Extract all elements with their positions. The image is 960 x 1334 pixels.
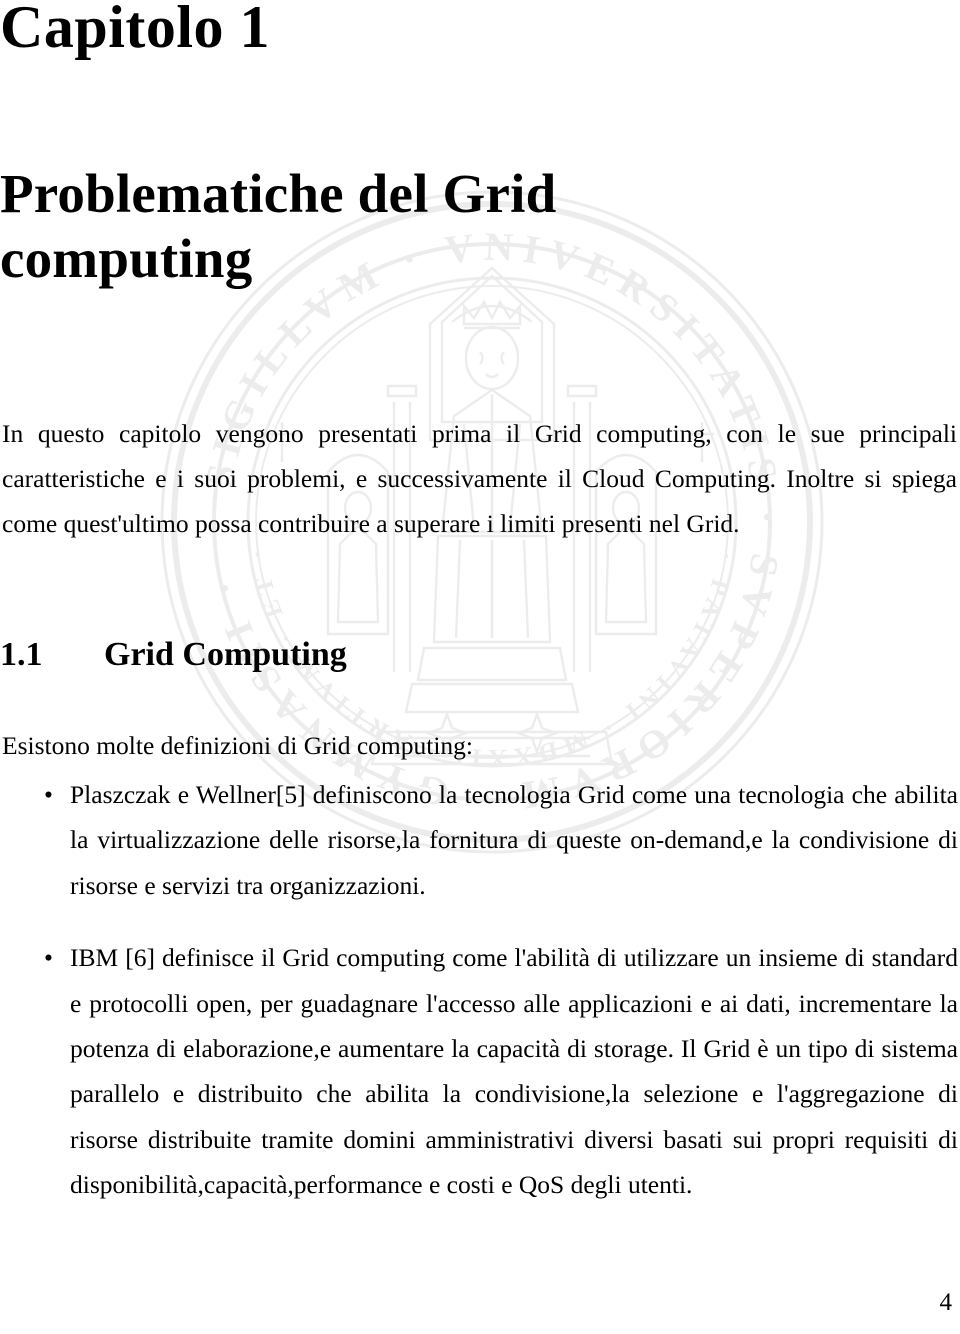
bullet-marker-icon: • [44,943,53,973]
list-item-text: IBM [6] definisce il Grid computing come… [70,943,958,1199]
chapter-number: Capitolo 1 [0,0,271,60]
section-title: Grid Computing [104,636,347,674]
intro-paragraph: In questo capitolo vengono presentati pr… [2,418,957,539]
definitions-list: • Plaszczak e Wellner[5] definiscono la … [0,772,958,1207]
bullet-marker-icon: • [44,780,53,809]
list-item: • IBM [6] definisce il Grid computing co… [0,935,958,1207]
document-page: SIGILLVM · VNIVERSITATIS · SVPERIORVM · … [0,0,960,1334]
page-number: 4 [939,1289,953,1316]
section-lead-in: Esistono molte definizioni di Grid compu… [2,730,473,760]
section-heading: 1.1 Grid Computing [0,636,347,674]
list-item: • Plaszczak e Wellner[5] definiscono la … [0,772,958,908]
chapter-title: Problematiche del Grid computing [0,162,557,289]
section-number: 1.1 [0,636,43,674]
list-item-text: Plaszczak e Wellner[5] definiscono la te… [70,780,958,900]
